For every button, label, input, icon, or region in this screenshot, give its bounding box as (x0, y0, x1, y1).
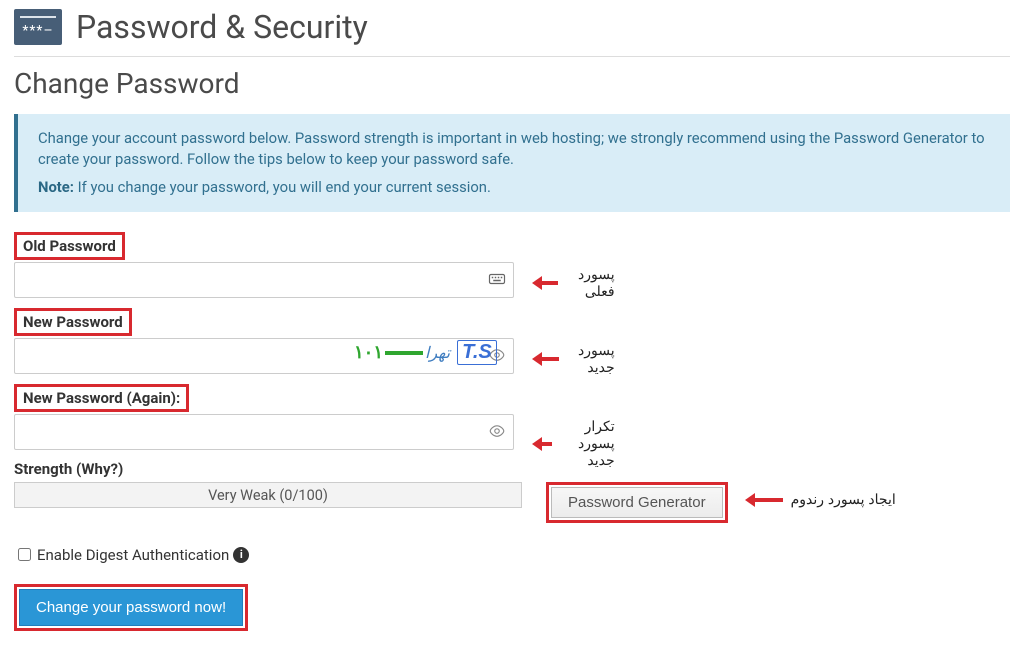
annotation-again-text: تکرار پسورد جدید (560, 418, 614, 469)
eye-icon[interactable] (488, 346, 506, 368)
old-password-label: Old Password (14, 232, 125, 260)
info-icon[interactable]: i (233, 547, 249, 563)
old-password-input[interactable] (14, 262, 514, 298)
password-security-icon: ***– (14, 9, 62, 45)
keyboard-icon (488, 270, 506, 292)
password-generator-highlight: Password Generator ایجاد پسورد رندوم (546, 482, 728, 523)
form: Old Password پسورد فعلی New Password ۱۰۱… (14, 232, 1010, 631)
annotation-again: تکرار پسورد جدید (524, 418, 615, 469)
annotation-generator: ایجاد پسورد رندوم (737, 491, 896, 508)
arrow-icon (532, 276, 558, 290)
arrow-icon (745, 493, 783, 507)
digest-auth-checkbox[interactable] (18, 548, 31, 561)
digest-auth-label: Enable Digest Authentication (37, 546, 229, 564)
annotation-old-text: پسورد فعلی (566, 266, 614, 300)
digest-auth-row: Enable Digest Authentication i (14, 545, 1010, 564)
info-note-text: If you change your password, you will en… (78, 178, 491, 196)
arrow-icon (532, 352, 559, 366)
new-password-input[interactable] (14, 338, 514, 374)
eye-icon[interactable] (488, 422, 506, 444)
new-password-again-wrap: تکرار پسورد جدید (14, 414, 514, 450)
divider (14, 56, 1010, 57)
new-password-again-input[interactable] (14, 414, 514, 450)
annotation-old: پسورد فعلی (524, 266, 615, 300)
annotation-new-text: پسورد جدید (567, 342, 615, 376)
new-password-wrap: ۱۰۱ تهرا T.S پسورد جدید (14, 338, 514, 374)
strength-label: Strength (Why?) (14, 460, 1010, 478)
page-title: Password & Security (76, 8, 368, 46)
strength-row: Very Weak (0/100) Password Generator ایج… (14, 482, 1010, 523)
annotation-new: پسورد جدید (524, 342, 615, 376)
info-text-1: Change your account password below. Pass… (38, 128, 990, 171)
page-header: ***– Password & Security (14, 8, 1010, 46)
old-password-wrap: پسورد فعلی (14, 262, 514, 298)
strength-text: Very Weak (0/100) (208, 487, 328, 504)
annotation-generator-text: ایجاد پسورد رندوم (791, 491, 896, 508)
new-password-label: New Password (14, 308, 132, 336)
change-password-button[interactable]: Change your password now! (19, 589, 243, 626)
arrow-icon (532, 437, 552, 451)
strength-meter: Very Weak (0/100) (14, 482, 522, 508)
new-password-again-label: New Password (Again): (14, 384, 189, 412)
submit-highlight: Change your password now! (14, 584, 248, 631)
password-generator-button[interactable]: Password Generator (551, 487, 723, 518)
info-panel: Change your account password below. Pass… (14, 114, 1010, 212)
info-note: Note: If you change your password, you w… (38, 177, 990, 198)
section-title: Change Password (14, 67, 1010, 100)
info-note-label: Note: (38, 178, 74, 196)
